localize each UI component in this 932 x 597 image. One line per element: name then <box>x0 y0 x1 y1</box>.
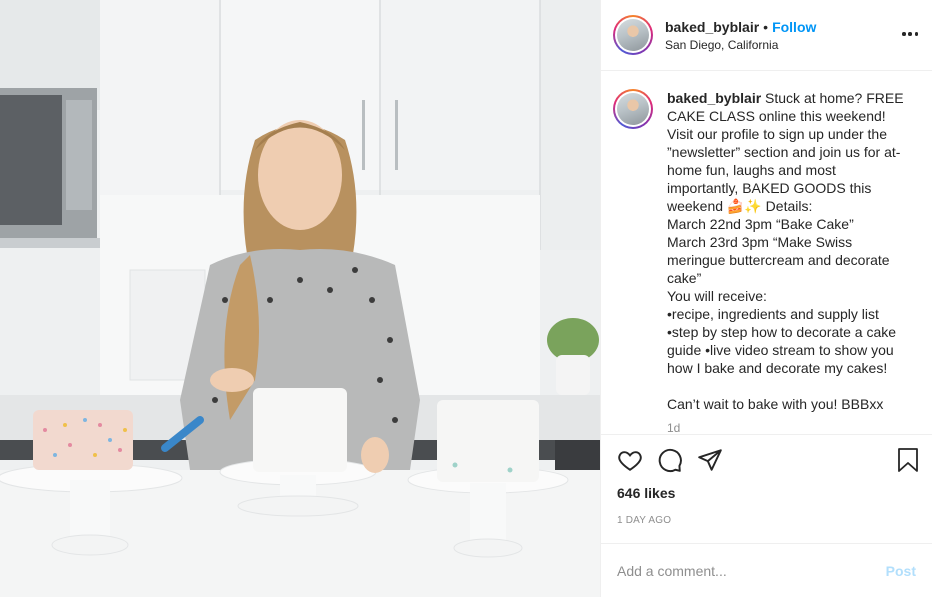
location-link[interactable]: San Diego, California <box>665 38 816 52</box>
post-side-panel: baked_byblair • Follow San Diego, Califo… <box>600 0 932 597</box>
avatar[interactable] <box>613 15 653 55</box>
caption-avatar[interactable] <box>613 89 653 129</box>
caption: baked_byblair Stuck at home? FREE CAKE C… <box>667 89 911 413</box>
header-text: baked_byblair • Follow San Diego, Califo… <box>665 19 816 52</box>
heart-icon[interactable] <box>617 447 643 473</box>
caption-username[interactable]: baked_byblair <box>667 90 761 106</box>
follow-button[interactable]: Follow <box>772 19 816 35</box>
posted-time[interactable]: 1 DAY AGO <box>601 515 932 526</box>
more-options-icon[interactable] <box>902 24 918 44</box>
action-bar <box>601 435 932 485</box>
instagram-post: baked_byblair • Follow San Diego, Califo… <box>0 0 932 597</box>
post-photo[interactable] <box>0 0 600 597</box>
caption-text: Stuck at home? FREE CAKE CLASS online th… <box>667 90 904 412</box>
comment-bar: Post <box>601 543 932 597</box>
post-header: baked_byblair • Follow San Diego, Califo… <box>601 0 932 71</box>
caption-time: 1d <box>667 421 681 435</box>
comment-icon[interactable] <box>657 447 683 473</box>
share-icon[interactable] <box>697 447 723 473</box>
kitchen-baker-photo <box>0 0 600 597</box>
separator-dot: • <box>763 18 769 35</box>
bookmark-icon[interactable] <box>896 447 920 473</box>
comment-input[interactable] <box>617 562 886 579</box>
post-comment-button[interactable]: Post <box>886 563 916 579</box>
username-link[interactable]: baked_byblair <box>665 19 759 35</box>
caption-section[interactable]: baked_byblair Stuck at home? FREE CAKE C… <box>601 71 932 435</box>
likes-count[interactable]: 646 likes <box>601 485 932 501</box>
